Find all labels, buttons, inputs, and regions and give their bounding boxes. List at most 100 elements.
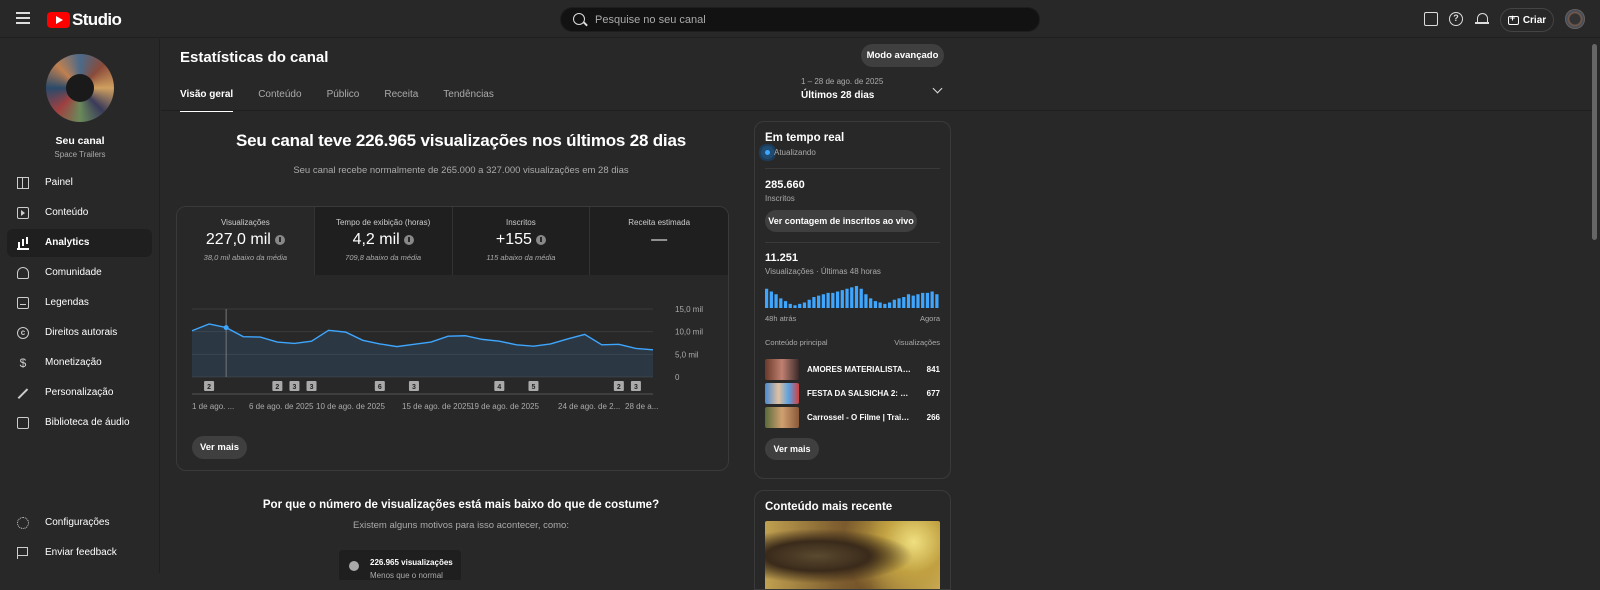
realtime-bar[interactable] [807,299,811,308]
chevron-down-icon[interactable] [932,83,943,94]
realtime-bar[interactable] [854,286,859,308]
metric-watch-time[interactable]: Tempo de exibição (horas) 4,2 mil 709,8 … [314,207,453,275]
realtime-bar[interactable] [906,294,911,308]
recent-video-thumbnail[interactable] [765,521,940,589]
channel-avatar[interactable] [46,54,114,122]
tab-trends[interactable]: Tendências [443,89,494,112]
sidebar-item-community[interactable]: Comunidade [7,259,152,287]
sidebar-item-subtitles[interactable]: Legendas [7,289,152,317]
studio-logo[interactable]: Studio [47,10,122,30]
info-icon[interactable] [535,235,546,245]
realtime-bar[interactable] [911,295,915,308]
divider [161,110,1596,111]
date-range-picker[interactable]: 1 – 28 de ago. de 2025 Últimos 28 dias [801,77,883,101]
create-button[interactable]: Criar [1500,8,1554,32]
realtime-bar[interactable] [769,291,773,309]
realtime-bar[interactable] [916,294,920,308]
realtime-see-more-button[interactable]: Ver mais [765,438,819,460]
realtime-bar[interactable] [817,295,821,308]
sidebar-item-monetization[interactable]: $ Monetização [7,349,152,377]
metric-subscribers[interactable]: Inscritos +155 115 abaixo da média [452,207,591,275]
top-content-item[interactable]: Carrossel - O Filme | Trailer... 266 [765,407,940,428]
metric-revenue[interactable]: Receita estimada — [590,207,728,275]
divider [765,168,940,169]
realtime-bar-chart[interactable] [765,282,940,312]
metric-views[interactable]: Visualizações 227,0 mil 38,0 mil abaixo … [177,207,315,275]
scrollbar[interactable] [1592,44,1597,240]
realtime-bar[interactable] [864,294,868,308]
realtime-bar[interactable] [821,294,825,308]
top-content-item[interactable]: FESTA DA SALSICHA 2: CO... 677 [765,383,940,404]
dashboard-icon [17,177,29,189]
realtime-bar[interactable] [802,302,807,309]
tab-audience[interactable]: Público [327,89,360,112]
search-bar[interactable] [560,7,1040,32]
search-input[interactable] [595,11,1015,29]
recent-content-title: Conteúdo mais recente [765,501,893,513]
stats-card: Visualizações 227,0 mil 38,0 mil abaixo … [176,206,729,471]
feedback-icon[interactable] [1424,12,1438,26]
content-icon [17,207,29,219]
realtime-bar[interactable] [859,288,863,308]
realtime-bar[interactable] [935,294,939,308]
advanced-mode-button[interactable]: Modo avançado [861,44,944,67]
realtime-bar[interactable] [765,288,769,308]
realtime-bar[interactable] [788,303,792,308]
account-avatar[interactable] [1565,9,1585,29]
sidebar-item-dashboard[interactable]: Painel [7,169,152,197]
realtime-bar[interactable] [887,302,892,309]
bell-icon[interactable] [1475,12,1489,26]
sidebar-item-audio-library[interactable]: Biblioteca de áudio [7,409,152,437]
realtime-bar[interactable] [793,305,797,308]
realtime-bar[interactable] [840,290,844,308]
why-card[interactable]: 226.965 visualizações Menos que o normal [339,550,461,580]
search-icon[interactable] [573,13,585,25]
realtime-bar[interactable] [869,298,873,308]
sidebar: Seu canal Space Trailers Painel Conteúdo… [0,39,160,573]
realtime-bar[interactable] [892,299,896,308]
info-icon[interactable] [403,235,414,245]
info-icon[interactable] [274,235,285,245]
realtime-bar[interactable] [902,297,906,308]
views-chart[interactable]: 15,0 mil 10,0 mil 5,0 mil 0 2 2 3 3 6 3 4 5 2 3 1 de a… [177,275,729,425]
recent-content-card: Conteúdo mais recente [754,490,951,590]
tab-overview[interactable]: Visão geral [180,89,234,112]
realtime-bar[interactable] [826,292,830,308]
sidebar-item-analytics[interactable]: Analytics [7,229,152,257]
realtime-bar[interactable] [798,303,802,308]
tab-revenue[interactable]: Receita [384,89,418,112]
realtime-bar[interactable] [774,294,778,308]
realtime-bar[interactable] [845,288,849,308]
upload-marker-label: 3 [310,384,314,391]
tab-content[interactable]: Conteúdo [258,89,301,112]
live-subscriber-count-button[interactable]: Ver contagem de inscritos ao vivo [765,210,917,232]
realtime-bar[interactable] [812,297,816,308]
realtime-bar[interactable] [897,298,901,308]
sidebar-item-content[interactable]: Conteúdo [7,199,152,227]
see-more-button[interactable]: Ver mais [192,436,247,459]
youtube-logo-icon [47,12,70,28]
realtime-bar[interactable] [783,301,788,308]
sidebar-item-customization[interactable]: Personalização [7,379,152,407]
realtime-bar[interactable] [850,287,854,308]
sidebar-item-feedback[interactable]: Enviar feedback [7,539,152,567]
realtime-bar[interactable] [835,291,840,309]
monetization-icon: $ [19,356,27,370]
realtime-bar[interactable] [925,292,930,308]
hover-point[interactable] [223,325,229,331]
top-bar: Studio ? Criar [0,0,1600,38]
top-content-item[interactable]: AMORES MATERIALISTAS ... 841 [765,359,940,380]
realtime-bar[interactable] [831,292,835,308]
realtime-bar[interactable] [878,302,882,309]
realtime-bar[interactable] [930,291,934,309]
realtime-bar[interactable] [873,301,878,308]
realtime-bar[interactable] [779,298,783,308]
realtime-bar[interactable] [921,292,925,308]
upload-marker-label: 6 [378,384,382,391]
sidebar-item-settings[interactable]: Configurações [7,509,152,537]
sidebar-item-copyright[interactable]: c Direitos autorais [7,319,152,347]
menu-icon[interactable] [16,12,30,24]
realtime-bar[interactable] [883,303,887,308]
channel-handle: Space Trailers [54,150,106,159]
help-icon[interactable]: ? [1449,12,1463,26]
